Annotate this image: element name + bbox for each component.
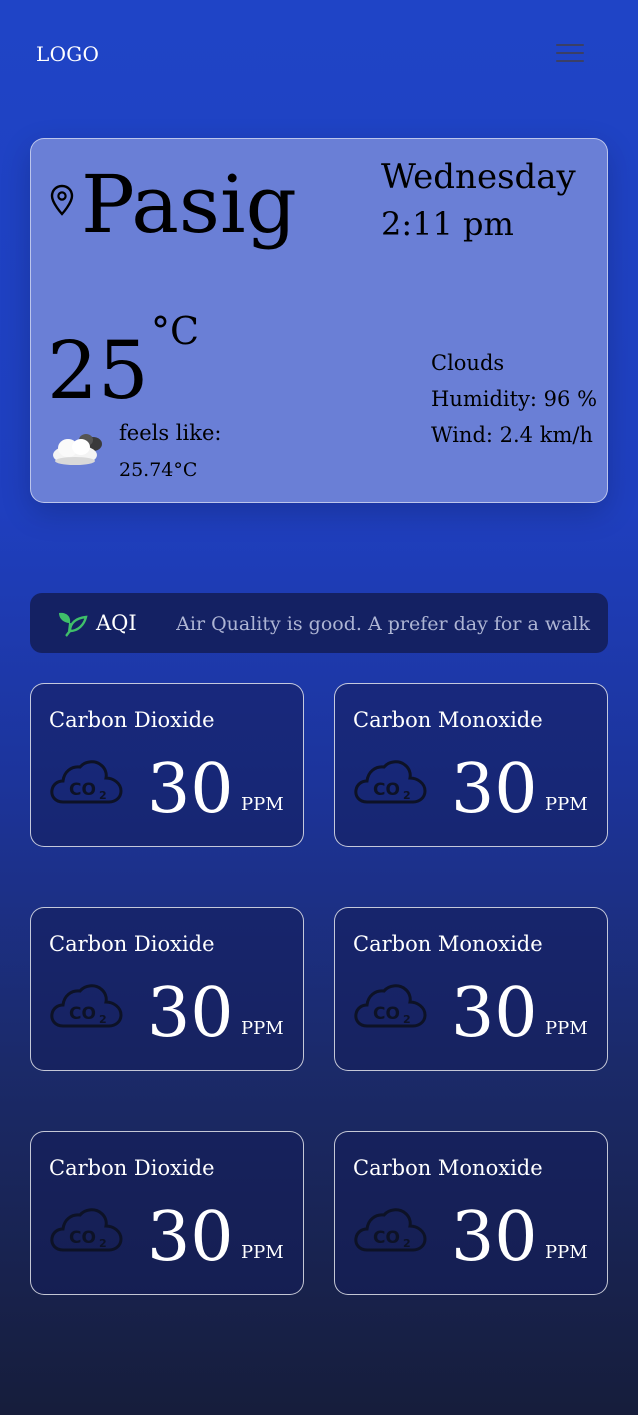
svg-text:CO: CO — [373, 1228, 400, 1248]
co2-cloud-icon: CO 2 — [354, 760, 427, 804]
feels-like-value: 25.74°C — [119, 459, 198, 481]
svg-text:2: 2 — [403, 1237, 411, 1250]
cloud-sun-icon — [53, 434, 102, 465]
gas-name: Carbon Monoxide — [353, 708, 543, 732]
gas-value: 30 — [451, 974, 538, 1053]
aqi-bar: AQI Air Quality is good. A prefer day fo… — [30, 593, 608, 653]
temperature-value: 25 — [47, 324, 149, 417]
svg-text:2: 2 — [403, 1013, 411, 1026]
header: LOGO — [36, 40, 584, 70]
gas-card: Carbon Dioxide CO 2 30 PPM — [30, 1131, 304, 1295]
co2-cloud-icon: CO 2 — [50, 760, 123, 804]
svg-text:2: 2 — [99, 1013, 107, 1026]
svg-text:2: 2 — [403, 789, 411, 802]
feels-like-label: feels like: — [119, 421, 222, 445]
svg-text:CO: CO — [69, 780, 96, 800]
gas-unit: PPM — [545, 1018, 588, 1039]
co2-cloud-icon: CO 2 — [50, 1208, 123, 1252]
hamburger-menu-icon[interactable] — [556, 44, 584, 64]
gas-value: 30 — [147, 1198, 234, 1277]
wind-text: Wind: 2.4 km/h — [431, 423, 593, 447]
humidity-text: Humidity: 96 % — [431, 387, 598, 411]
logo[interactable]: LOGO — [36, 42, 99, 66]
co2-cloud-icon: CO 2 — [354, 1208, 427, 1252]
svg-text:2: 2 — [99, 1237, 107, 1250]
svg-text:CO: CO — [69, 1228, 96, 1248]
gas-card: Carbon Monoxide CO 2 30 PPM — [334, 683, 608, 847]
gas-card: Carbon Monoxide CO 2 30 PPM — [334, 1131, 608, 1295]
gas-unit: PPM — [241, 1242, 284, 1263]
aqi-message: Air Quality is good. A prefer day for a … — [176, 613, 590, 635]
gas-card: Carbon Monoxide CO 2 30 PPM — [334, 907, 608, 1071]
svg-text:CO: CO — [69, 1004, 96, 1024]
gas-card: Carbon Dioxide CO 2 30 PPM — [30, 683, 304, 847]
co2-cloud-icon: CO 2 — [50, 984, 123, 1028]
gas-value: 30 — [147, 974, 234, 1053]
gas-name: Carbon Dioxide — [49, 708, 215, 732]
gas-value: 30 — [451, 1198, 538, 1277]
location-pin-icon — [50, 184, 74, 216]
gas-name: Carbon Dioxide — [49, 1156, 215, 1180]
city-name: Pasig — [81, 158, 297, 251]
gas-unit: PPM — [545, 794, 588, 815]
gas-unit: PPM — [545, 1242, 588, 1263]
gas-unit: PPM — [241, 794, 284, 815]
gas-unit: PPM — [241, 1018, 284, 1039]
weather-card: Pasig Wednesday 2:11 pm 25 °C feels like… — [30, 138, 608, 503]
aqi-label: AQI — [96, 611, 137, 635]
co2-cloud-icon: CO 2 — [354, 984, 427, 1028]
gas-name: Carbon Dioxide — [49, 932, 215, 956]
weekday: Wednesday — [381, 157, 576, 197]
gas-value: 30 — [147, 750, 234, 829]
svg-text:CO: CO — [373, 1004, 400, 1024]
gas-name: Carbon Monoxide — [353, 932, 543, 956]
gas-name: Carbon Monoxide — [353, 1156, 543, 1180]
leaf-icon — [59, 612, 88, 637]
svg-text:2: 2 — [99, 789, 107, 802]
weather-condition: Clouds — [431, 351, 505, 375]
gas-value: 30 — [451, 750, 538, 829]
svg-text:CO: CO — [373, 780, 400, 800]
temperature-unit: °C — [151, 309, 200, 353]
current-time: 2:11 pm — [381, 205, 514, 243]
gas-card: Carbon Dioxide CO 2 30 PPM — [30, 907, 304, 1071]
